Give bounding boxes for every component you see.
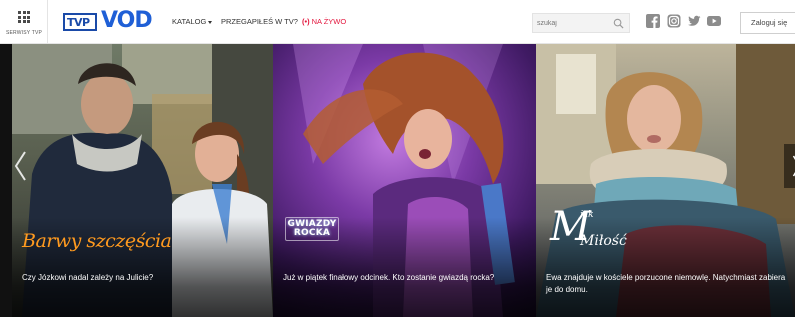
services-menu-button[interactable]: SERWISY TVP bbox=[0, 0, 48, 44]
twitter-icon[interactable] bbox=[687, 14, 701, 28]
title-art-jak: jak bbox=[580, 210, 594, 220]
title-frame bbox=[285, 217, 339, 241]
barwy-szczescia-title-art: Barwy szczęścia bbox=[22, 230, 172, 252]
carousel-slide[interactable]: GWIAZDY ROCKA Już w piątek finałowy odci… bbox=[273, 44, 536, 317]
search-box[interactable] bbox=[532, 13, 630, 33]
slide-caption[interactable]: Już w piątek finałowy odcinek. Kto zosta… bbox=[283, 272, 528, 284]
tvp-logo-text: TVP bbox=[67, 16, 90, 29]
apps-grid-icon bbox=[18, 11, 30, 23]
youtube-icon[interactable] bbox=[707, 14, 721, 28]
caret-down-icon bbox=[208, 20, 213, 24]
carousel-next-arrow-icon[interactable] bbox=[784, 144, 795, 188]
login-button[interactable]: Zaloguj się bbox=[740, 12, 795, 34]
slide-caption[interactable]: Czy Józkowi nadal zależy na Julicie? bbox=[22, 272, 262, 284]
gwiazdy-rocka-title-art: GWIAZDY ROCKA bbox=[283, 217, 341, 241]
services-label: SERWISY TVP bbox=[5, 30, 43, 36]
slide-caption[interactable]: Ewa znajduje w kościele porzucone niemow… bbox=[546, 272, 791, 296]
nav-katalog-label: KATALOG bbox=[172, 17, 207, 26]
title-art-milosc: Miłość bbox=[580, 233, 627, 249]
instagram-icon[interactable] bbox=[667, 14, 681, 28]
nav-przegapiles[interactable]: PRZEGAPIŁEŚ W TV? bbox=[221, 17, 298, 26]
hero-carousel: Barwy szczęścia Czy Józkowi nadal zależy… bbox=[0, 44, 795, 317]
facebook-icon[interactable] bbox=[646, 14, 660, 28]
nav-na-zywo[interactable]: (•) NA ŻYWO bbox=[302, 17, 346, 26]
carousel-slide[interactable]: M jak Miłość Ewa znajduje w kościele por… bbox=[536, 44, 795, 317]
live-broadcast-icon: (•) bbox=[302, 17, 310, 26]
search-input[interactable] bbox=[537, 17, 611, 30]
vod-logo-text: VOD bbox=[101, 8, 153, 33]
search-icon[interactable] bbox=[613, 18, 624, 29]
carousel-slide[interactable]: Barwy szczęścia Czy Józkowi nadal zależy… bbox=[12, 44, 273, 317]
nav-katalog[interactable]: KATALOG bbox=[172, 17, 213, 26]
nav-na-zywo-label: NA ŻYWO bbox=[311, 17, 347, 26]
tvp-vod-logo[interactable]: TVP VOD bbox=[63, 8, 159, 33]
site-header: SERWISY TVP TVP VOD KATALOG PRZEGAPIŁEŚ … bbox=[0, 0, 795, 44]
carousel-prev-arrow-icon[interactable] bbox=[10, 144, 32, 188]
tvp-logo-box: TVP bbox=[63, 13, 97, 31]
